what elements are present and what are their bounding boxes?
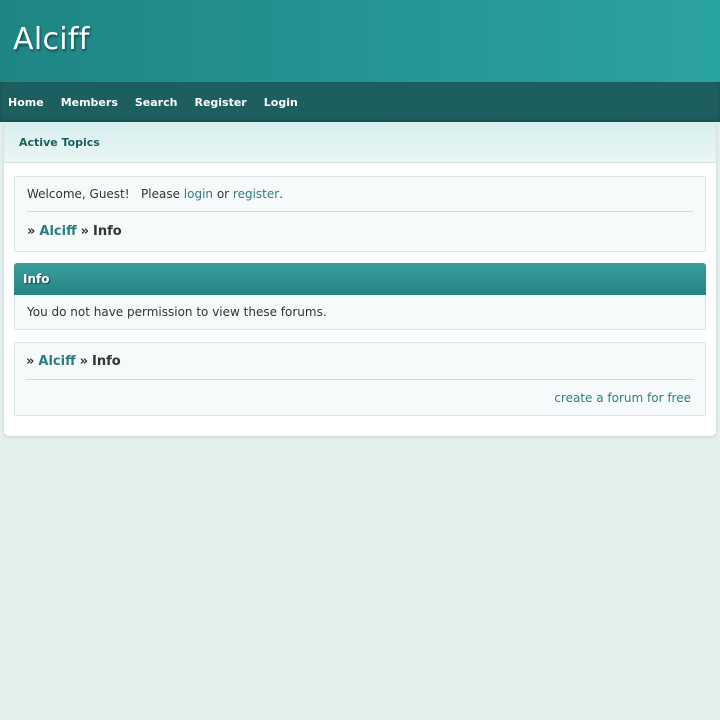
- register-link[interactable]: register: [233, 187, 279, 201]
- welcome-message: Welcome, Guest! Please login or register…: [27, 177, 693, 212]
- login-link[interactable]: login: [184, 187, 213, 201]
- breadcrumb-current: Info: [92, 353, 121, 369]
- nav-members[interactable]: Members: [61, 96, 118, 109]
- site-header: Alciff: [0, 0, 720, 82]
- main-content: Active Topics Welcome, Guest! Please log…: [4, 122, 716, 436]
- site-title[interactable]: Alciff: [13, 22, 90, 57]
- breadcrumb: » Alciff » Info: [27, 212, 693, 250]
- welcome-box: Welcome, Guest! Please login or register…: [14, 176, 706, 252]
- main-nav: Home Members Search Register Login: [0, 82, 720, 122]
- breadcrumb-forum-link[interactable]: Alciff: [38, 354, 75, 369]
- breadcrumb-arrow: »: [26, 353, 35, 369]
- create-forum-link[interactable]: create a forum for free: [554, 391, 691, 405]
- breadcrumb-arrow: »: [79, 353, 89, 369]
- breadcrumb-arrow: »: [27, 223, 36, 239]
- welcome-prefix: Welcome, Guest! Please: [27, 187, 184, 201]
- breadcrumb-forum-link[interactable]: Alciff: [39, 224, 76, 239]
- footer-box: » Alciff » Info create a forum for free: [14, 342, 706, 416]
- footer-link-row: create a forum for free: [27, 380, 693, 416]
- breadcrumb-current: Info: [93, 223, 122, 239]
- permission-message: You do not have permission to view these…: [27, 305, 327, 319]
- sub-navigation: Active Topics: [4, 122, 716, 163]
- permission-notice: You do not have permission to view these…: [14, 295, 706, 330]
- welcome-or: or: [213, 187, 233, 201]
- info-section-header: Info: [14, 263, 706, 295]
- breadcrumb-bottom: » Alciff » Info: [26, 343, 694, 380]
- nav-register[interactable]: Register: [194, 96, 246, 109]
- breadcrumb-arrow: »: [80, 223, 90, 239]
- nav-login[interactable]: Login: [264, 96, 298, 109]
- section-title: Info: [23, 272, 50, 286]
- welcome-suffix: .: [279, 187, 284, 201]
- active-topics-link[interactable]: Active Topics: [19, 136, 100, 149]
- nav-home[interactable]: Home: [8, 96, 44, 109]
- nav-search[interactable]: Search: [135, 96, 178, 109]
